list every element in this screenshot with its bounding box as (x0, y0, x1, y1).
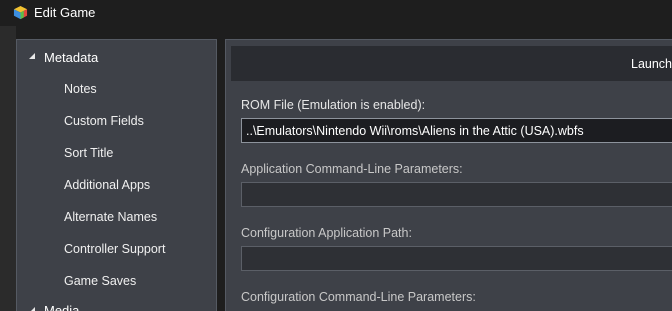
rom-file-input[interactable] (241, 118, 672, 143)
configuration-application-path-label: Configuration Application Path: (241, 226, 412, 240)
expanded-arrow-icon[interactable] (28, 52, 36, 60)
configuration-application-path-input[interactable] (241, 246, 672, 271)
tree-group-label[interactable]: Metadata (44, 50, 98, 65)
edit-sections-sidebar[interactable]: Metadata Notes Custom Fields Sort Title … (16, 39, 217, 311)
sidebar-item-additional-apps[interactable]: Additional Apps (64, 178, 150, 192)
background-window: n (0, 26, 16, 311)
launchbox-cube-icon (13, 5, 28, 20)
window-title: Edit Game (34, 5, 96, 20)
command-line-parameters-input[interactable] (241, 182, 672, 207)
sidebar-item-notes[interactable]: Notes (64, 82, 97, 96)
rom-file-label: ROM File (Emulation is enabled): (241, 98, 426, 112)
tree-group-metadata[interactable]: Metadata (17, 40, 216, 76)
sidebar-item-alternate-names[interactable]: Alternate Names (64, 210, 157, 224)
configuration-command-line-parameters-label: Configuration Command-Line Parameters: (241, 290, 476, 304)
expanded-arrow-icon[interactable] (28, 306, 36, 311)
tree-group-media[interactable]: Media (17, 298, 216, 311)
sidebar-item-game-saves[interactable]: Game Saves (64, 274, 136, 288)
sidebar-item-custom-fields[interactable]: Custom Fields (64, 114, 144, 128)
section-header: Launching (231, 46, 672, 81)
tree-group-label[interactable]: Media (44, 303, 79, 311)
section-header-title: Launching (631, 57, 672, 71)
title-bar: Edit Game (0, 0, 672, 26)
command-line-parameters-label: Application Command-Line Parameters: (241, 162, 463, 176)
launching-panel: Launching ROM File (Emulation is enabled… (225, 39, 672, 311)
sidebar-item-controller-support[interactable]: Controller Support (64, 242, 165, 256)
sidebar-item-sort-title[interactable]: Sort Title (64, 146, 113, 160)
